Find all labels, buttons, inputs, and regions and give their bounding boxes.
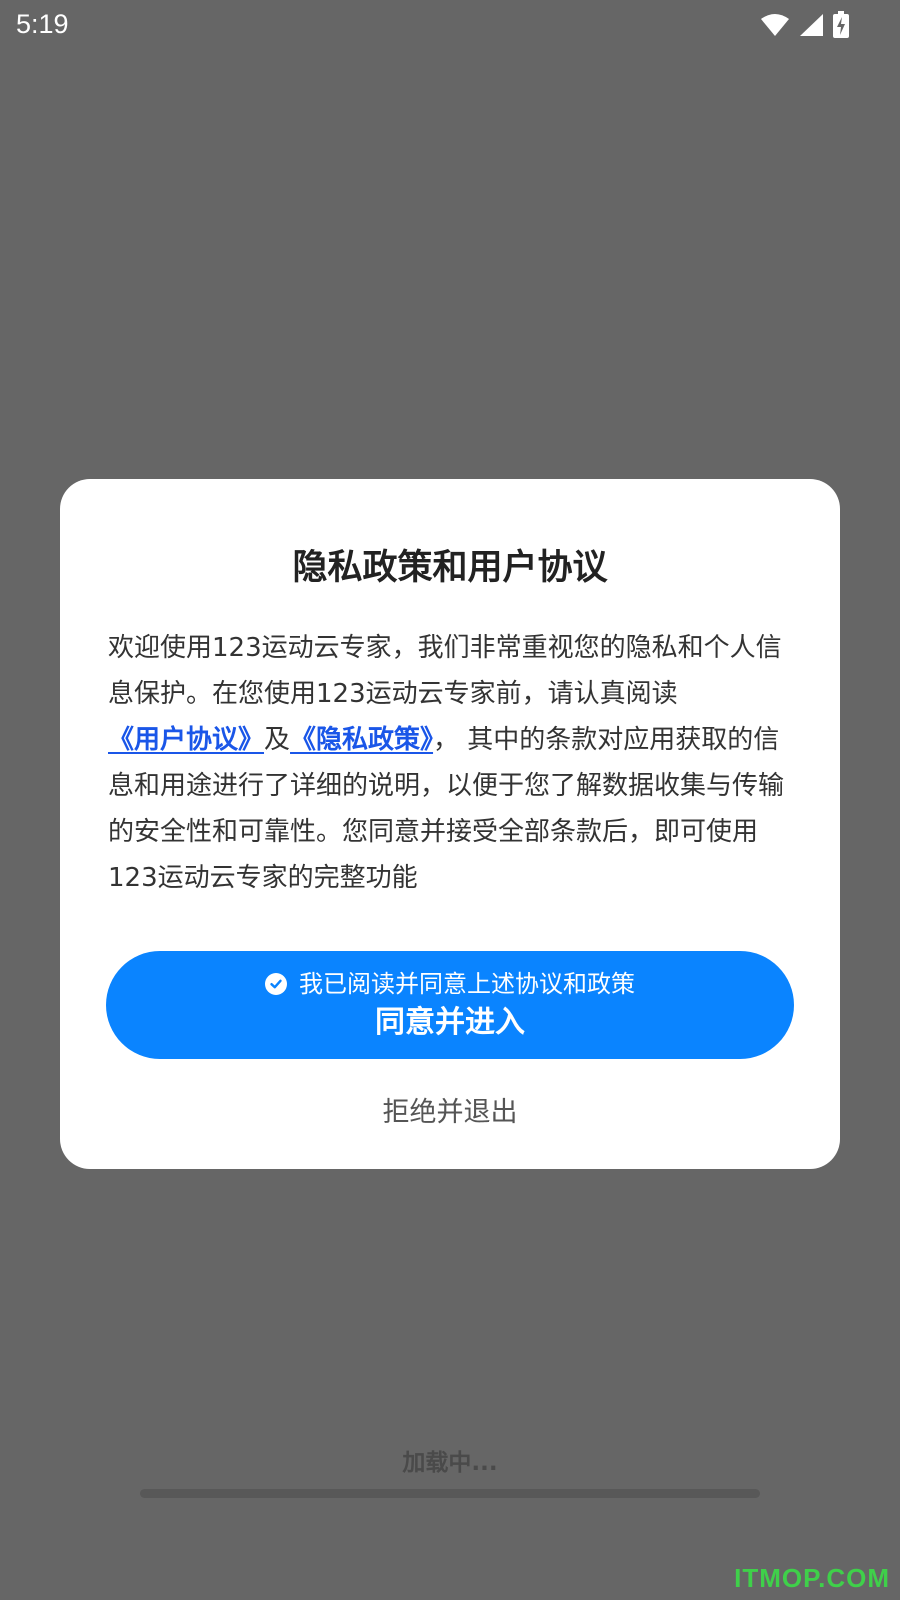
status-icons xyxy=(760,10,850,40)
checkbox-checked-icon[interactable] xyxy=(265,973,287,995)
status-bar: 5:19 xyxy=(0,0,900,48)
status-time: 5:19 xyxy=(16,9,69,39)
agree-and-enter-button[interactable]: 我已阅读并同意上述协议和政策 同意并进入 xyxy=(106,951,794,1059)
agree-checkbox-label: 我已阅读并同意上述协议和政策 xyxy=(299,970,635,998)
dialog-intro-text: 欢迎使用123运动云专家，我们非常重视您的隐私和个人信息保护。在您使用123运动… xyxy=(108,633,782,709)
agree-checkbox-row[interactable]: 我已阅读并同意上述协议和政策 xyxy=(106,969,794,999)
battery-charging-icon xyxy=(832,11,850,39)
reject-and-exit-button[interactable]: 拒绝并退出 xyxy=(0,1096,900,1130)
wifi-icon xyxy=(760,13,790,37)
dialog-connector-text: 及 xyxy=(264,725,291,755)
loading-progress-bar xyxy=(140,1489,760,1498)
dialog-title: 隐私政策和用户协议 xyxy=(292,548,608,588)
privacy-policy-link[interactable]: 《隐私政策》 xyxy=(290,725,433,755)
watermark: ITMOP.COM xyxy=(734,1563,890,1593)
loading-text: 加载中... xyxy=(402,1450,498,1476)
user-agreement-link[interactable]: 《用户协议》 xyxy=(108,725,264,755)
cellular-signal-icon xyxy=(798,13,824,37)
dialog-body: 欢迎使用123运动云专家，我们非常重视您的隐私和个人信息保护。在您使用123运动… xyxy=(108,625,798,901)
agree-button-label: 同意并进入 xyxy=(375,1005,525,1040)
